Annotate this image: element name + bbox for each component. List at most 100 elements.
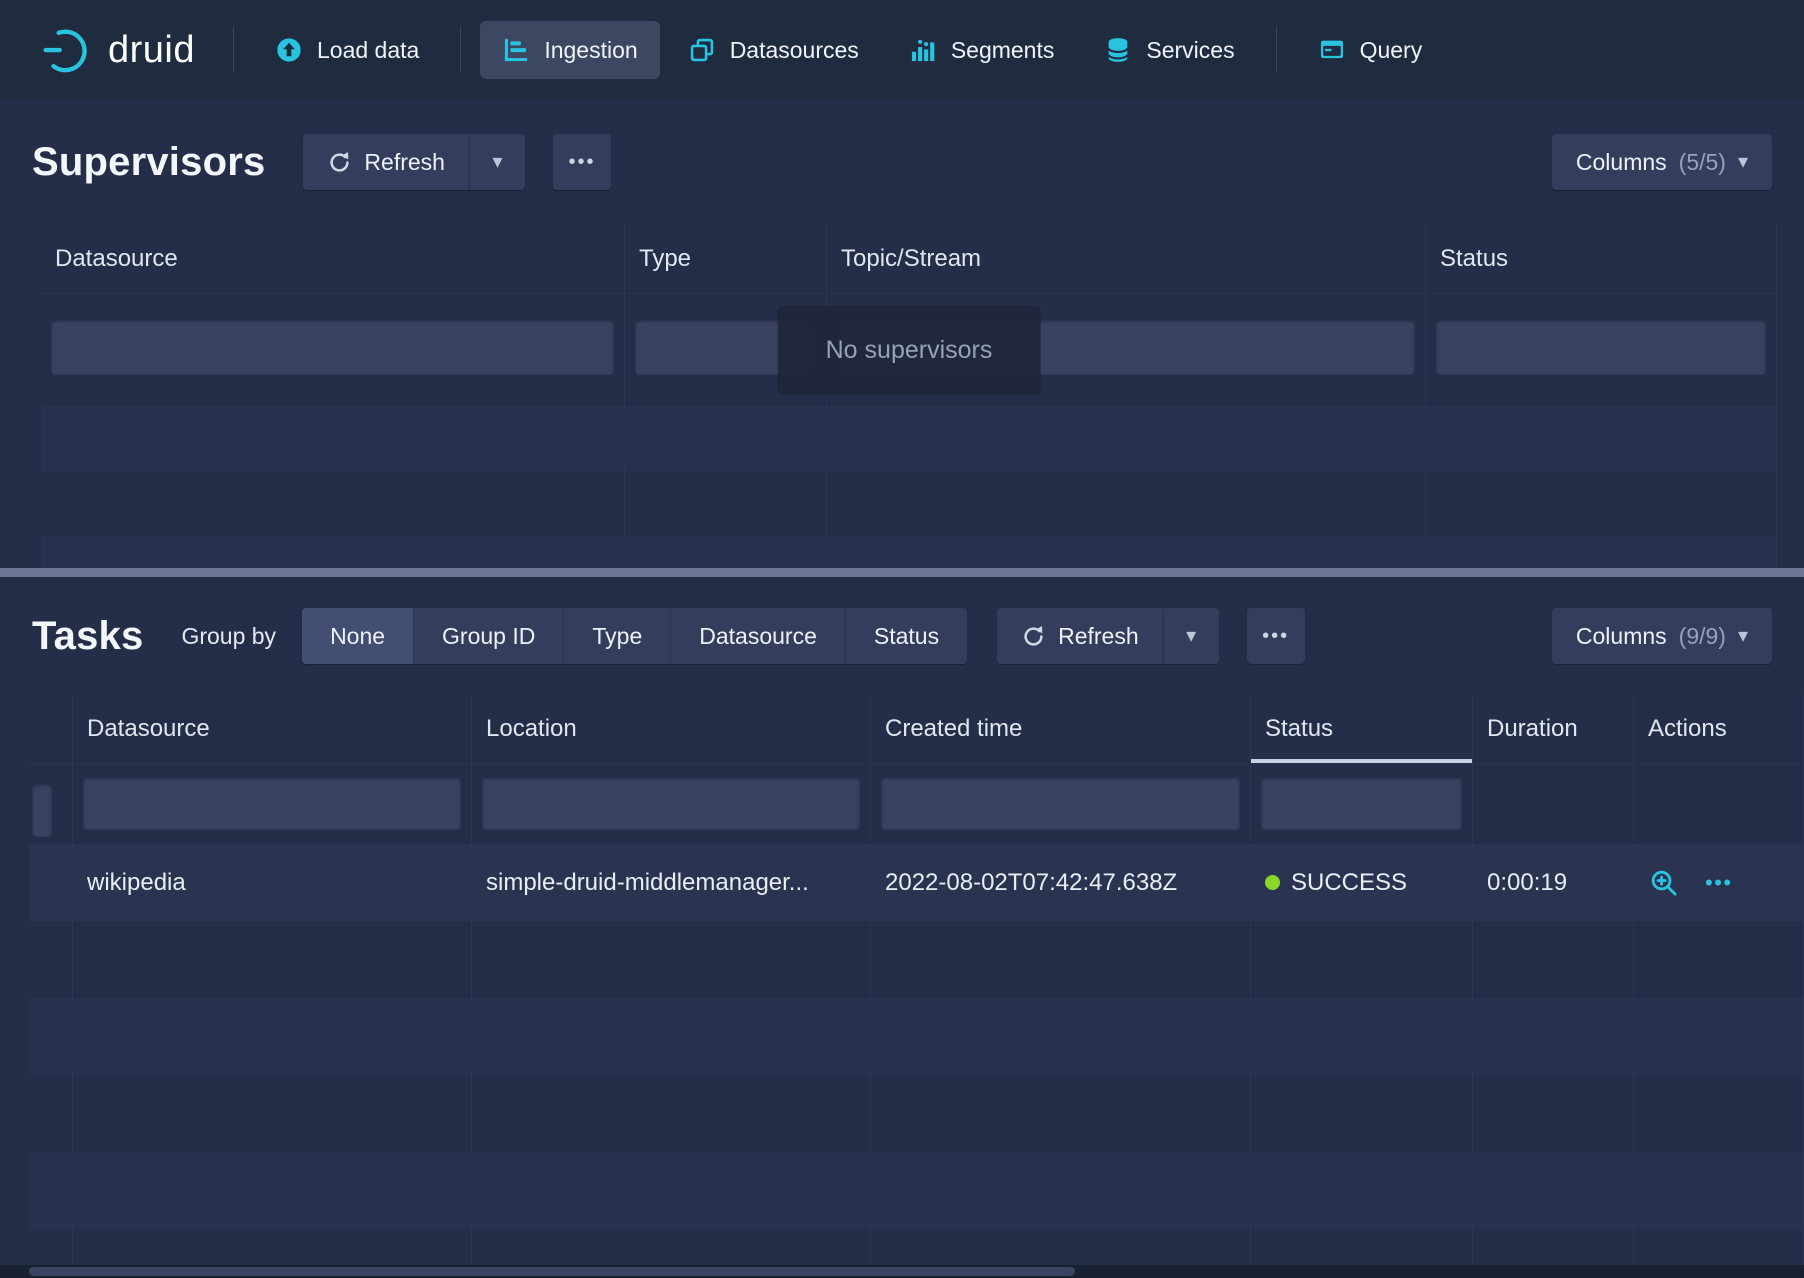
empty-row: [29, 1075, 1804, 1152]
supervisors-status-filter-input[interactable]: [1436, 320, 1766, 375]
tasks-toolbar: Tasks Group by None Group ID Type Dataso…: [0, 577, 1804, 695]
segments-icon: [909, 36, 937, 64]
table-cell: [625, 406, 827, 471]
group-by-status-button[interactable]: Status: [845, 608, 967, 664]
nav-item-services[interactable]: Services: [1082, 21, 1256, 79]
nav-item-query[interactable]: Query: [1296, 21, 1445, 79]
supervisors-refresh-button[interactable]: Refresh: [303, 134, 469, 190]
empty-row: [41, 471, 1777, 536]
tasks-header-row: Datasource Location Created time Status …: [29, 695, 1804, 764]
table-cell: [73, 998, 472, 1075]
tasks-location-filter-input[interactable]: [482, 777, 860, 830]
supervisors-columns-button[interactable]: Columns (5/5) ▾: [1552, 134, 1772, 190]
navbar-divider: [1276, 27, 1277, 73]
table-cell: [29, 921, 73, 998]
druid-logo-icon: [42, 25, 92, 75]
supervisors-more-button[interactable]: •••: [553, 134, 611, 190]
table-cell: [29, 764, 73, 844]
refresh-label: Refresh: [1058, 623, 1139, 650]
table-cell: [1473, 1229, 1634, 1265]
column-header-type[interactable]: Type: [625, 224, 827, 293]
table-cell: [871, 1152, 1251, 1229]
table-cell: [1426, 471, 1777, 536]
group-by-segmented-control: None Group ID Type Datasource Status: [302, 608, 967, 664]
nav-item-load-data[interactable]: Load data: [253, 21, 441, 79]
query-icon: [1318, 36, 1346, 64]
tasks-datasource-filter-input[interactable]: [83, 777, 461, 830]
column-header-location[interactable]: Location: [472, 695, 871, 763]
table-cell: [1473, 764, 1634, 844]
group-by-datasource-button[interactable]: Datasource: [670, 608, 845, 664]
table-cell: [29, 1229, 73, 1265]
table-cell: [41, 536, 625, 568]
column-header-datasource[interactable]: Datasource: [73, 695, 472, 763]
task-created-time-cell[interactable]: 2022-08-02T07:42:47.638Z: [871, 844, 1251, 921]
task-datasource-cell[interactable]: wikipedia: [73, 844, 472, 921]
columns-count: (5/5): [1679, 149, 1726, 176]
column-header-duration[interactable]: Duration: [1473, 695, 1634, 763]
table-cell: [827, 536, 1426, 568]
supervisors-datasource-filter-input[interactable]: [51, 320, 614, 375]
filter-cell: [73, 764, 472, 844]
column-header-actions[interactable]: Actions: [1634, 695, 1804, 763]
column-header-status[interactable]: Status: [1426, 224, 1777, 293]
nav-item-segments[interactable]: Segments: [887, 21, 1077, 79]
refresh-icon: [327, 150, 352, 175]
filter-cell: [871, 764, 1251, 844]
tasks-refresh-dropdown-button[interactable]: ▾: [1163, 608, 1219, 664]
tasks-status-filter-input[interactable]: [1261, 777, 1462, 830]
druid-logo[interactable]: druid: [42, 25, 195, 75]
tasks-more-button[interactable]: •••: [1247, 608, 1305, 664]
nav-item-ingestion[interactable]: Ingestion: [480, 21, 659, 79]
table-cell: [1473, 1075, 1634, 1152]
filter-cell: [41, 294, 625, 406]
column-header-topic-stream[interactable]: Topic/Stream: [827, 224, 1426, 293]
table-cell: [1473, 998, 1634, 1075]
table-cell: [871, 1075, 1251, 1152]
group-by-none-button[interactable]: None: [302, 608, 413, 664]
table-cell: [625, 536, 827, 568]
nav-item-label: Datasources: [730, 37, 859, 64]
table-cell: [1634, 921, 1804, 998]
horizontal-scrollbar[interactable]: [0, 1265, 1804, 1278]
table-cell: [73, 1152, 472, 1229]
table-cell: [29, 1152, 73, 1229]
supervisors-refresh-group: Refresh ▾: [303, 134, 525, 190]
tasks-refresh-button[interactable]: Refresh: [997, 608, 1163, 664]
table-cell: [1634, 1075, 1804, 1152]
task-detail-magnifier-icon[interactable]: [1648, 867, 1679, 898]
table-cell: [472, 1229, 871, 1265]
task-duration-cell[interactable]: 0:00:19: [1473, 844, 1634, 921]
chevron-down-icon: ▾: [1186, 626, 1196, 646]
tasks-columns-button[interactable]: Columns (9/9) ▾: [1552, 608, 1772, 664]
filter-cell: [472, 764, 871, 844]
status-text: SUCCESS: [1291, 869, 1407, 897]
clipped-filter-input[interactable]: [32, 784, 52, 837]
supervisors-refresh-dropdown-button[interactable]: ▾: [469, 134, 525, 190]
column-header-created-time[interactable]: Created time: [871, 695, 1251, 763]
panel-resize-handle[interactable]: [0, 568, 1804, 577]
column-header-status-sorted[interactable]: Status: [1251, 695, 1473, 763]
table-cell: [1251, 921, 1473, 998]
empty-row: [29, 998, 1804, 1075]
table-cell: [1634, 998, 1804, 1075]
table-cell: [827, 406, 1426, 471]
column-header-datasource[interactable]: Datasource: [41, 224, 625, 293]
table-cell: [1426, 406, 1777, 471]
empty-row: [29, 1152, 1804, 1229]
supervisors-toolbar: Supervisors Refresh ▾ ••• Columns (5/5): [0, 100, 1804, 224]
horizontal-scrollbar-thumb[interactable]: [29, 1267, 1075, 1276]
druid-console: druid Load data Ingestion: [0, 0, 1804, 1278]
nav-item-datasources[interactable]: Datasources: [666, 21, 881, 79]
table-cell: [871, 921, 1251, 998]
task-row-wikipedia[interactable]: wikipedia simple-druid-middlemanager... …: [29, 844, 1804, 921]
group-by-group-id-button[interactable]: Group ID: [413, 608, 563, 664]
task-actions-more-icon[interactable]: •••: [1705, 870, 1733, 896]
table-cell: [1251, 1229, 1473, 1265]
brand-name: druid: [108, 29, 195, 72]
tasks-created-time-filter-input[interactable]: [881, 777, 1240, 830]
task-status-cell[interactable]: SUCCESS: [1251, 844, 1473, 921]
task-location-cell[interactable]: simple-druid-middlemanager...: [472, 844, 871, 921]
columns-label: Columns: [1576, 623, 1667, 650]
group-by-type-button[interactable]: Type: [563, 608, 670, 664]
